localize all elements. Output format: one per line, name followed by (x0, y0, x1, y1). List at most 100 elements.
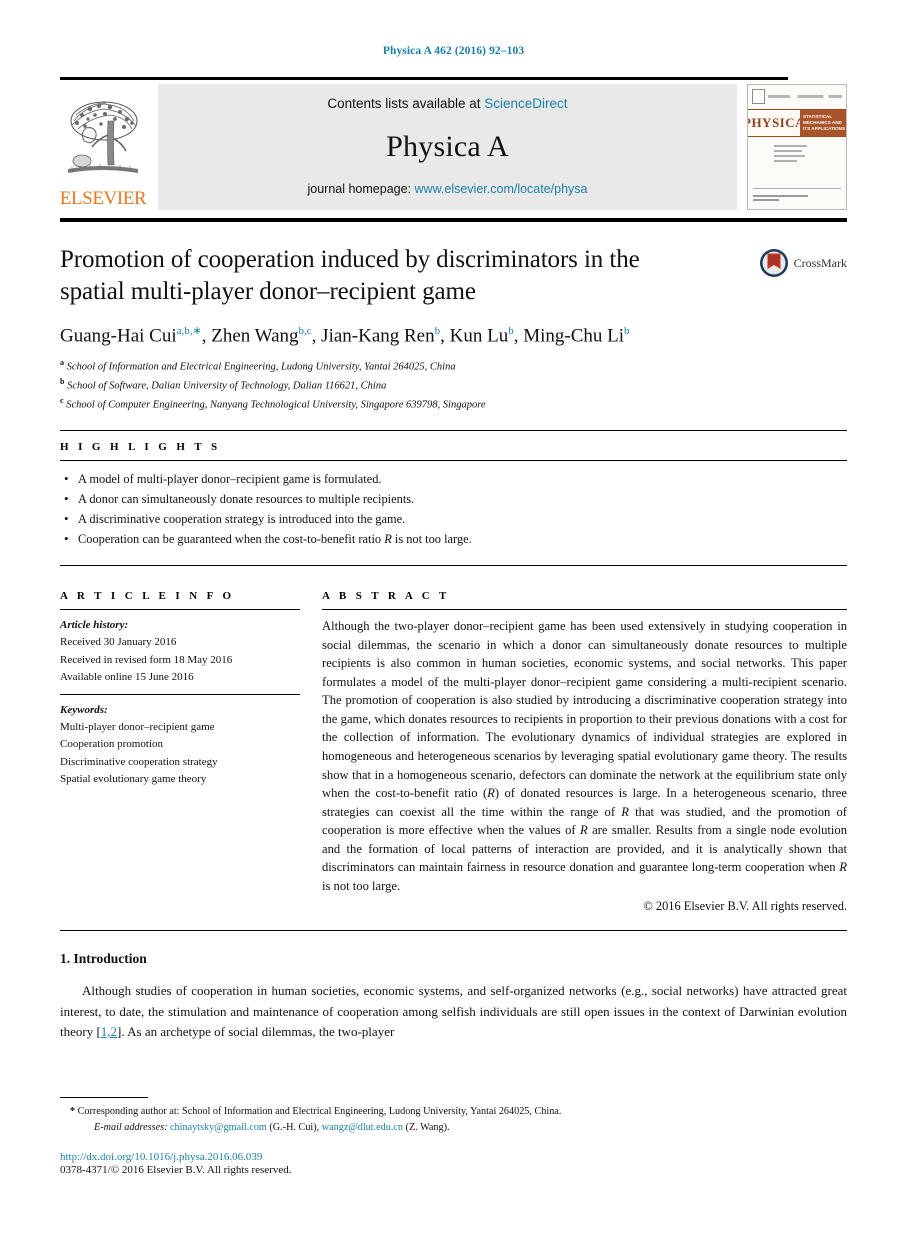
author-name: Jian-Kang Ren (321, 325, 435, 347)
article-page: Physica A 462 (2016) 92–103 ELSEVIER Con… (0, 0, 907, 1238)
author-name: Zhen Wang (211, 325, 299, 347)
affiliation-item: b School of Software, Dalian University … (60, 376, 847, 395)
affiliation-text: School of Software, Dalian University of… (64, 380, 387, 392)
body-top-rule (60, 930, 847, 932)
highlights-rule (60, 459, 847, 461)
author-name: Ming-Chu Li (523, 325, 625, 347)
author-affiliation-marker: b (434, 325, 441, 337)
elsevier-logo: ELSEVIER (59, 84, 147, 210)
doi-link[interactable]: http://dx.doi.org/10.1016/j.physa.2016.0… (60, 1151, 262, 1163)
footnote-rule (60, 1096, 148, 1098)
article-info-rule (60, 609, 300, 610)
abstract-rule (322, 609, 847, 610)
highlight-item: A model of multi-player donor–recipient … (60, 468, 847, 489)
cover-top-row (748, 85, 846, 104)
journal-cover-thumbnail[interactable]: PHYSICA STATISTICAL MECHANICS AND ITS AP… (747, 84, 847, 210)
article-history-item: Available online 15 June 2016 (60, 671, 194, 684)
affiliation-list: a School of Information and Electrical E… (60, 357, 847, 413)
author-list: Guang-Hai Cuia,b,∗, Zhen Wangb,c, Jian-K… (60, 325, 630, 347)
introduction-paragraph: Although studies of cooperation in human… (60, 981, 847, 1042)
affiliation-text: School of Information and Electrical Eng… (64, 361, 456, 373)
highlights-heading: H I G H L I G H T S (60, 440, 221, 453)
email-note: E-mail addresses: chinaytsky@gmail.com (… (60, 1120, 847, 1137)
info-abstract-columns: A R T I C L E I N F O Article history: R… (60, 580, 847, 914)
affiliation-item: a School of Information and Electrical E… (60, 357, 847, 376)
article-history-item: Received 30 January 2016 (60, 636, 177, 649)
author-name: Guang-Hai Cui (60, 325, 177, 347)
article-info-column: A R T I C L E I N F O Article history: R… (60, 580, 322, 914)
title-area: Promotion of cooperation induced by disc… (60, 244, 847, 414)
doi-link-wrap: http://dx.doi.org/10.1016/j.physa.2016.0… (60, 1151, 847, 1163)
sciencedirect-link[interactable]: ScienceDirect (484, 96, 567, 111)
journal-masthead: ELSEVIER Contents lists available at Sci… (60, 77, 847, 222)
journal-homepage-link[interactable]: www.elsevier.com/locate/physa (415, 182, 588, 196)
author-affiliation-marker: b (624, 325, 630, 337)
article-history-lines: Received 30 January 2016 Received in revi… (60, 634, 300, 686)
affiliation-text: School of Computer Engineering, Nanyang … (63, 399, 486, 411)
highlight-item: A donor can simultaneously donate resour… (60, 488, 847, 509)
article-history-label: Article history: (60, 619, 129, 631)
citation-link-1-2[interactable]: 1,2 (101, 1024, 117, 1039)
article-history-item: Received in revised form 18 May 2016 (60, 653, 233, 666)
email-list: chinaytsky@gmail.com (G.-H. Cui), wangz@… (170, 1122, 450, 1133)
email-label: E-mail addresses: (94, 1122, 168, 1134)
abstract-heading: A B S T R A C T (322, 590, 450, 602)
corresponding-author-note: * Corresponding author at: School of Inf… (60, 1104, 847, 1121)
info-top-rule (60, 565, 847, 566)
keywords-label: Keywords: (60, 703, 108, 716)
author-affiliation-marker: a,b,∗ (176, 325, 202, 337)
cover-banner-title: PHYSICA (748, 110, 805, 136)
elsevier-wordmark: ELSEVIER (59, 188, 147, 209)
contents-line: Contents lists available at ScienceDirec… (327, 96, 567, 111)
highlights-list: A model of multi-player donor–recipient … (60, 468, 847, 549)
homepage-prefix: journal homepage: (307, 182, 412, 196)
cover-banner-subtitle: STATISTICAL MECHANICS AND ITS APPLICATIO… (803, 114, 846, 131)
cover-banner: PHYSICA STATISTICAL MECHANICS AND ITS AP… (748, 109, 846, 137)
journal-band: Contents lists available at ScienceDirec… (158, 84, 737, 210)
email-link[interactable]: wangz@dlut.edu.cn (322, 1122, 403, 1133)
intro-text-part2: ]. As an archetype of social dilemmas, t… (117, 1023, 395, 1039)
crossmark-badge[interactable]: CrossMark (759, 248, 847, 278)
footnote-area: * Corresponding author at: School of Inf… (60, 1096, 847, 1176)
homepage-line: journal homepage: www.elsevier.com/locat… (307, 182, 587, 196)
crossmark-icon (759, 249, 788, 277)
article-info-heading: A R T I C L E I N F O (60, 590, 235, 602)
cover-footer (753, 188, 841, 203)
keywords-block: Keywords: Multi-player donor–recipient g… (60, 702, 300, 789)
author-affiliation-marker: b,c (298, 325, 312, 337)
masthead-bottom-rule (60, 218, 847, 222)
keyword-item: Discriminative cooperation strategy (60, 755, 218, 768)
highlight-item: A discriminative cooperation strategy is… (60, 508, 847, 529)
cover-issue-line (768, 95, 842, 98)
email-owner: (G.-H. Cui), (266, 1122, 320, 1134)
keyword-item: Multi-player donor–recipient game (60, 720, 215, 733)
page-title: Promotion of cooperation induced by disc… (60, 246, 640, 305)
article-history-block: Article history: Received 30 January 201… (60, 617, 300, 687)
corresponding-author-text: Corresponding author at: School of Infor… (77, 1105, 562, 1117)
author-affiliation-marker: b (508, 325, 514, 337)
affiliation-item: c School of Computer Engineering, Nanyan… (60, 395, 847, 414)
cover-publisher-box (752, 89, 765, 104)
running-head: Physica A 462 (2016) 92–103 (382, 45, 525, 57)
keyword-item: Spatial evolutionary game theory (60, 773, 207, 785)
email-link[interactable]: chinaytsky@gmail.com (170, 1122, 267, 1133)
elsevier-tree-icon (68, 101, 138, 173)
keywords-rule (60, 693, 300, 695)
asterisk-marker: * (70, 1105, 76, 1117)
issn-copyright-line: 0378-4371/© 2016 Elsevier B.V. All right… (60, 1164, 292, 1176)
abstract-column: A B S T R A C T Although the two-player … (322, 580, 847, 914)
masthead-top-rule (60, 77, 788, 80)
crossmark-label: CrossMark (793, 255, 847, 270)
author-name: Kun Lu (449, 325, 509, 347)
introduction-heading: 1. Introduction (60, 951, 147, 967)
cover-banner-right: STATISTICAL MECHANICS AND ITS APPLICATIO… (800, 110, 846, 136)
highlights-top-rule (60, 429, 847, 431)
email-owner: (Z. Wang). (403, 1122, 450, 1134)
keywords-lines: Multi-player donor–recipient game Coopera… (60, 719, 300, 789)
keyword-item: Cooperation promotion (60, 738, 163, 751)
copyright-line: © 2016 Elsevier B.V. All rights reserved… (643, 899, 847, 914)
abstract-text: Although the two-player donor–recipient … (322, 619, 847, 893)
contents-prefix: Contents lists available at (327, 96, 481, 111)
cover-body-lines (748, 137, 846, 162)
journal-title: Physica A (386, 129, 509, 163)
